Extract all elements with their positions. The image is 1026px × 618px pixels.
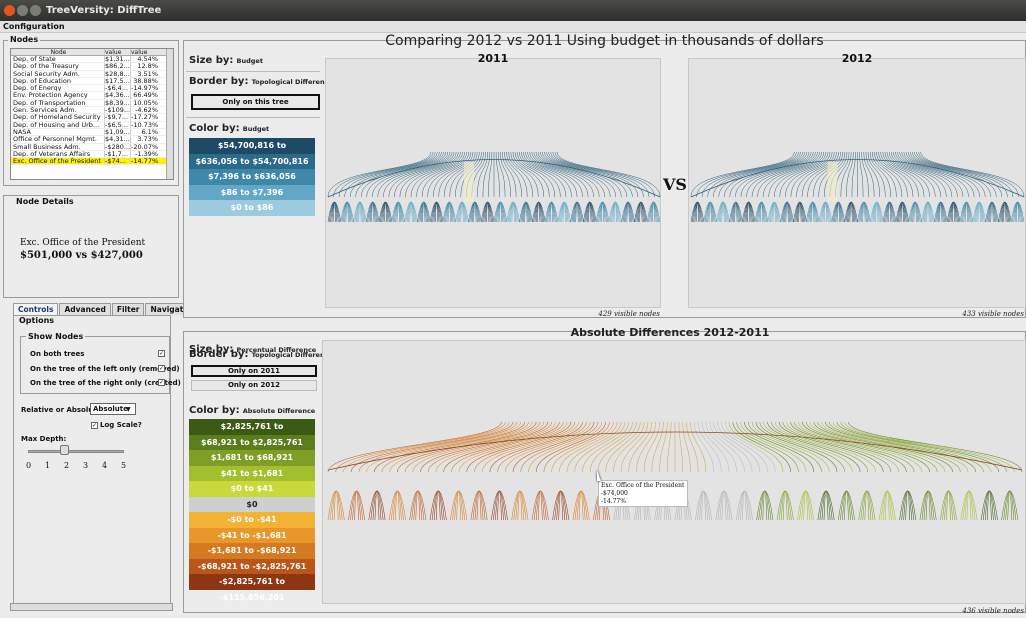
legend-item: $0 — [189, 496, 315, 512]
only-on-2012-button[interactable]: Only on 2012 — [191, 380, 317, 391]
tooltip-name: Exc. Office of the President — [601, 482, 685, 489]
legend-item: -$1,681 to -$68,921 — [189, 543, 315, 559]
tooltip-value: -$74,000 — [601, 490, 628, 497]
only-on-2011-button[interactable]: Only on 2011 — [191, 365, 317, 377]
diff-color-by-label: Color by: — [189, 405, 240, 416]
legend-item: $2,825,761 to $115,856,201 — [189, 419, 315, 447]
node-tooltip: Exc. Office of the President -$74,000 -1… — [598, 480, 688, 507]
legend-item: $0 to $41 — [189, 481, 315, 497]
diff-color-by-value: Absolute Difference — [242, 407, 316, 415]
differences-title: Absolute Differences 2012-2011 — [570, 326, 770, 339]
diff-color-by: Color by: Absolute Difference — [189, 405, 315, 416]
diff-border-by-value: Topological Difference — [251, 351, 333, 359]
difference-visible-count: 436 visible nodes — [962, 607, 1024, 615]
legend-item: -$41 to -$1,681 — [189, 527, 315, 543]
legend-item: $1,681 to $68,921 — [189, 450, 315, 466]
tooltip-pct: -14.77% — [601, 498, 626, 505]
difference-tree-frame — [322, 340, 1026, 604]
legend-item: -$68,921 to -$2,825,761 — [189, 558, 315, 574]
diff-border-by-label: Border by: — [189, 349, 249, 360]
legend-item: $68,921 to $2,825,761 — [189, 434, 315, 450]
diff-border-by: Border by: Topological Difference — [189, 349, 333, 360]
mouse-cursor-icon — [597, 470, 601, 481]
legend-item: -$2,825,761 to -$115,856,201 — [189, 574, 315, 602]
legend-item: $41 to $1,681 — [189, 465, 315, 481]
legend-item: -$0 to -$41 — [189, 512, 315, 528]
